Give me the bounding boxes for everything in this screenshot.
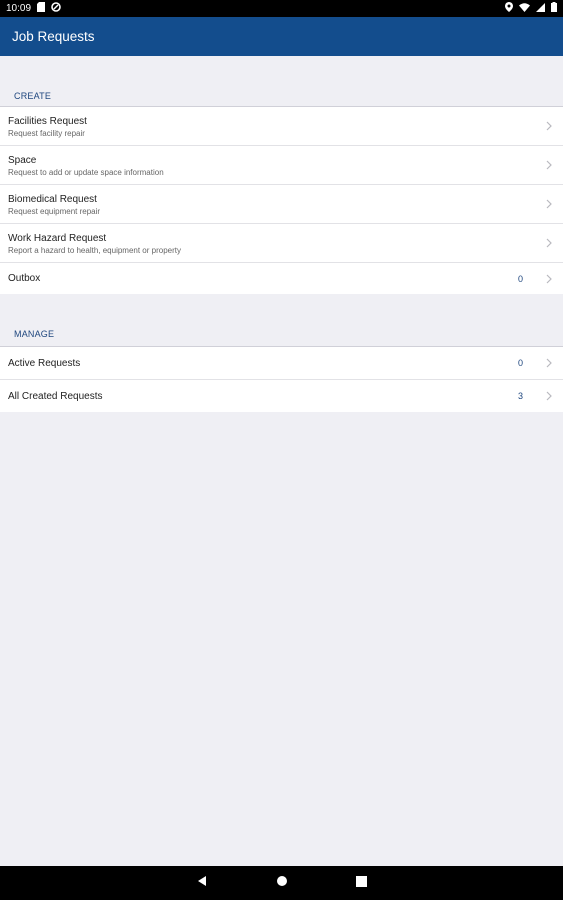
- battery-icon: [551, 2, 557, 15]
- row-title: All Created Requests: [8, 390, 103, 402]
- list-item-facilities-request[interactable]: Facilities Request Request facility repa…: [0, 107, 563, 146]
- row-title: Outbox: [8, 273, 41, 284]
- list-item-active-requests[interactable]: Active Requests 0: [0, 347, 563, 380]
- count-badge: 0: [517, 358, 523, 368]
- back-icon[interactable]: [196, 874, 208, 892]
- list-item-outbox[interactable]: Outbox 0: [0, 263, 563, 294]
- count-badge: 3: [517, 391, 523, 401]
- home-icon[interactable]: [276, 874, 288, 892]
- system-nav-bar: [0, 866, 563, 900]
- list-item-all-created-requests[interactable]: All Created Requests 3: [0, 380, 563, 412]
- row-subtitle: Report a hazard to health, equipment or …: [8, 246, 181, 255]
- list-item-work-hazard-request[interactable]: Work Hazard Request Report a hazard to h…: [0, 224, 563, 263]
- section-header-manage: MANAGE: [0, 294, 563, 347]
- chevron-right-icon: [544, 197, 554, 211]
- row-subtitle: Request to add or update space informati…: [8, 168, 164, 177]
- sd-card-icon: [37, 2, 46, 15]
- row-title: Facilities Request: [8, 116, 87, 127]
- data-saver-icon: [51, 2, 61, 15]
- chevron-right-icon: [544, 356, 554, 370]
- list-item-biomedical-request[interactable]: Biomedical Request Request equipment rep…: [0, 185, 563, 224]
- row-title: Active Requests: [8, 357, 81, 369]
- count-badge: 0: [517, 273, 523, 284]
- section-header-create: CREATE: [0, 56, 563, 107]
- status-bar: 10:09: [0, 0, 563, 17]
- chevron-right-icon: [544, 158, 554, 172]
- chevron-right-icon: [544, 389, 554, 403]
- location-icon: [505, 2, 513, 15]
- list-item-space[interactable]: Space Request to add or update space inf…: [0, 146, 563, 185]
- create-list: Facilities Request Request facility repa…: [0, 107, 563, 294]
- signal-icon: [536, 2, 545, 15]
- app-bar: Job Requests: [0, 17, 563, 56]
- row-title: Work Hazard Request: [8, 233, 107, 244]
- row-title: Biomedical Request: [8, 194, 97, 205]
- manage-list: Active Requests 0 All Created Requests 3: [0, 347, 563, 412]
- row-subtitle: Request facility repair: [8, 129, 85, 138]
- content: CREATE Facilities Request Request facili…: [0, 56, 563, 412]
- page-title: Job Requests: [12, 29, 95, 44]
- chevron-right-icon: [544, 272, 554, 286]
- recents-icon[interactable]: [356, 874, 367, 892]
- wifi-icon: [519, 2, 530, 15]
- status-time: 10:09: [6, 3, 32, 14]
- chevron-right-icon: [544, 119, 554, 133]
- chevron-right-icon: [544, 236, 554, 250]
- row-subtitle: Request equipment repair: [8, 207, 101, 216]
- row-title: Space: [8, 155, 37, 166]
